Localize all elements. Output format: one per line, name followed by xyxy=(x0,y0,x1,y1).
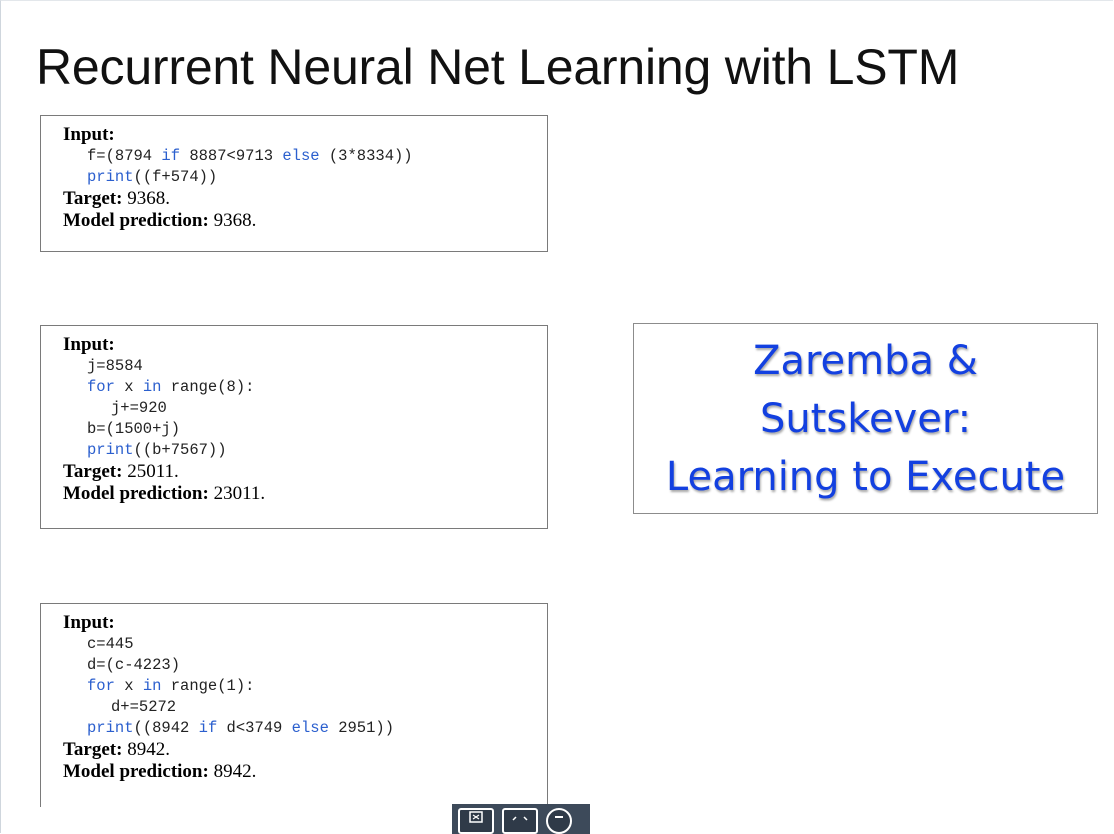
code-text: b=(1500+j) xyxy=(87,420,181,438)
code-keyword: if xyxy=(161,147,181,165)
code-keyword: in xyxy=(142,378,162,396)
viewer-toolbar xyxy=(452,804,590,834)
code-text: x xyxy=(114,677,143,695)
target-label: Target: xyxy=(63,739,123,760)
target-value: 8942. xyxy=(122,739,170,760)
prediction-row: Model prediction: 23011. xyxy=(63,483,547,505)
slide-title: Recurrent Neural Net Learning with LSTM xyxy=(36,39,960,95)
code-text: ((b+7567)) xyxy=(133,441,227,459)
code-keyword: else xyxy=(291,719,329,737)
prediction-row: Model prediction: 8942. xyxy=(63,761,547,783)
input-label: Input: xyxy=(63,124,547,146)
fullscreen-button[interactable] xyxy=(502,808,538,834)
code-keyword: print xyxy=(87,168,134,186)
target-row: Target: 25011. xyxy=(63,461,547,483)
code-text: f=(8794 xyxy=(87,147,162,165)
target-label: Target: xyxy=(63,188,123,209)
code-text: x xyxy=(114,378,143,396)
prediction-label: Model prediction: xyxy=(63,761,209,782)
target-row: Target: 9368. xyxy=(63,188,547,210)
zoom-out-icon xyxy=(555,816,563,818)
prediction-label: Model prediction: xyxy=(63,483,209,504)
input-label: Input: xyxy=(63,334,547,356)
prediction-row: Model prediction: 9368. xyxy=(63,210,547,232)
code-line: print((8942 if d<3749 else 2951)) xyxy=(63,718,547,739)
code-text: d<3749 xyxy=(217,719,292,737)
code-keyword: else xyxy=(282,147,320,165)
example-box-1: Input: f=(8794 if 8887<9713 else (3*8334)… xyxy=(40,115,548,252)
code-text: 8887<9713 xyxy=(180,147,283,165)
code-text: c=445 xyxy=(87,635,134,653)
code-keyword: if xyxy=(198,719,218,737)
code-line: d=(c-4223) xyxy=(63,655,547,676)
input-label-text: Input: xyxy=(63,334,115,355)
code-text: j=8584 xyxy=(87,357,143,375)
input-label: Input: xyxy=(63,612,547,634)
fit-screen-icon xyxy=(469,811,483,823)
target-value: 25011. xyxy=(122,461,179,482)
target-row: Target: 8942. xyxy=(63,739,547,761)
code-line: b=(1500+j) xyxy=(63,419,547,440)
example-box-2: Input: j=8584 for x in range(8): j+=920 b=(1… xyxy=(40,325,548,529)
code-line: print((f+574)) xyxy=(63,167,547,188)
citation-line: Zaremba & xyxy=(753,337,978,384)
zoom-out-button[interactable] xyxy=(546,808,572,834)
code-keyword: for xyxy=(87,677,115,695)
citation-line: Sutskever: xyxy=(759,395,972,442)
prediction-value: 8942. xyxy=(208,761,257,782)
prediction-label: Model prediction: xyxy=(63,210,209,231)
code-text: ((8942 xyxy=(133,719,199,737)
code-line: print((b+7567)) xyxy=(63,440,547,461)
code-line: j+=920 xyxy=(63,398,547,419)
code-line: for x in range(1): xyxy=(63,676,547,697)
code-keyword: for xyxy=(87,378,115,396)
code-text: 2951)) xyxy=(328,719,395,737)
code-line: j=8584 xyxy=(63,356,547,377)
target-value: 9368. xyxy=(122,188,170,209)
citation-box: Zaremba & Sutskever: Learning to Execute xyxy=(633,323,1098,514)
prediction-value: 23011. xyxy=(208,483,266,504)
input-label-text: Input: xyxy=(63,124,115,145)
example-box-3: Input: c=445 d=(c-4223) for x in range(1): d… xyxy=(40,603,548,807)
prediction-value: 9368. xyxy=(208,210,257,231)
code-line: c=445 xyxy=(63,634,547,655)
code-text: range(8): xyxy=(161,378,255,396)
code-text: (3*8334)) xyxy=(319,147,413,165)
fullscreen-icon xyxy=(512,816,528,821)
code-text: d+=5272 xyxy=(111,698,177,716)
code-line: d+=5272 xyxy=(63,697,547,718)
target-label: Target: xyxy=(63,461,123,482)
input-label-text: Input: xyxy=(63,612,115,633)
code-text: range(1): xyxy=(161,677,255,695)
code-text: j+=920 xyxy=(111,399,167,417)
code-keyword: in xyxy=(142,677,162,695)
citation-line: Learning to Execute xyxy=(665,453,1066,500)
code-text: ((f+574)) xyxy=(133,168,218,186)
fit-screen-button[interactable] xyxy=(458,808,494,834)
code-line: f=(8794 if 8887<9713 else (3*8334)) xyxy=(63,146,547,167)
code-text: d=(c-4223) xyxy=(87,656,181,674)
code-keyword: print xyxy=(87,441,134,459)
code-keyword: print xyxy=(87,719,134,737)
code-line: for x in range(8): xyxy=(63,377,547,398)
